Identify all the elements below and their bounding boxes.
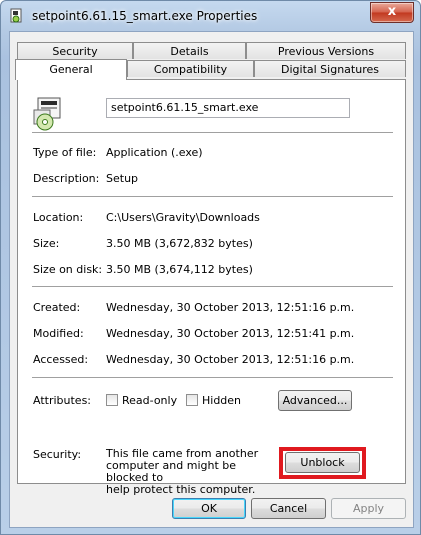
hidden-label[interactable]: Hidden [202,394,241,407]
window-title: setpoint6.61.15_smart.exe Properties [32,9,258,23]
read-only-label[interactable]: Read-only [122,394,177,407]
size-value: 3.50 MB (3,672,832 bytes) [106,237,253,250]
accessed-label: Accessed: [33,353,89,366]
tab-compatibility[interactable]: Compatibility [127,60,254,77]
accessed-value: Wednesday, 30 October 2013, 12:51:16 p.m… [106,353,355,366]
ok-button[interactable]: OK [172,498,246,519]
apply-button[interactable]: Apply [331,498,406,519]
close-button[interactable]: x [370,2,414,23]
separator [32,132,393,133]
tab-general[interactable]: General [15,59,127,80]
type-of-file-label: Type of file: [33,146,97,159]
modified-label: Modified: [33,327,84,340]
tab-strip: Security Details Previous Versions Gener… [10,32,413,80]
description-label: Description: [33,172,100,185]
exe-file-icon [10,8,22,23]
created-label: Created: [33,301,81,314]
separator [32,196,393,197]
setup-program-icon [33,97,61,131]
security-label: Security: [33,448,82,461]
type-of-file-value: Application (.exe) [106,146,203,159]
separator [32,377,393,378]
tab-security[interactable]: Security [17,42,133,59]
read-only-checkbox[interactable] [106,394,118,406]
modified-value: Wednesday, 30 October 2013, 12:51:41 p.m… [106,327,355,340]
location-value: C:\Users\Gravity\Downloads [106,211,260,224]
dialog-body: Security Details Previous Versions Gener… [9,31,414,528]
advanced-button[interactable]: Advanced... [278,390,352,411]
properties-window: setpoint6.61.15_smart.exe Properties x S… [0,0,421,535]
tab-digital-signatures[interactable]: Digital Signatures [254,60,406,77]
tab-details[interactable]: Details [133,42,246,59]
size-on-disk-value: 3.50 MB (3,674,112 bytes) [106,263,253,276]
security-message-line: help protect this computer. [106,483,256,496]
size-label: Size: [33,237,60,250]
location-label: Location: [33,211,84,224]
filename-field[interactable]: setpoint6.61.15_smart.exe [106,98,350,118]
unblock-button[interactable]: Unblock [285,452,360,473]
description-value: Setup [106,172,139,185]
close-icon: x [387,4,397,19]
cancel-button[interactable]: Cancel [251,498,326,519]
created-value: Wednesday, 30 October 2013, 12:51:16 p.m… [106,301,355,314]
security-message-line: computer and might be blocked to [106,459,237,484]
title-bar[interactable]: setpoint6.61.15_smart.exe Properties x [1,1,420,31]
attributes-label: Attributes: [33,394,92,407]
size-on-disk-label: Size on disk: [33,263,103,276]
security-message: This file came from another computer and… [106,448,276,496]
tab-previous-versions[interactable]: Previous Versions [246,42,406,59]
general-tab-panel: setpoint6.61.15_smart.exe Type of file: … [17,79,406,496]
hidden-checkbox[interactable] [186,394,198,406]
separator [32,286,393,287]
